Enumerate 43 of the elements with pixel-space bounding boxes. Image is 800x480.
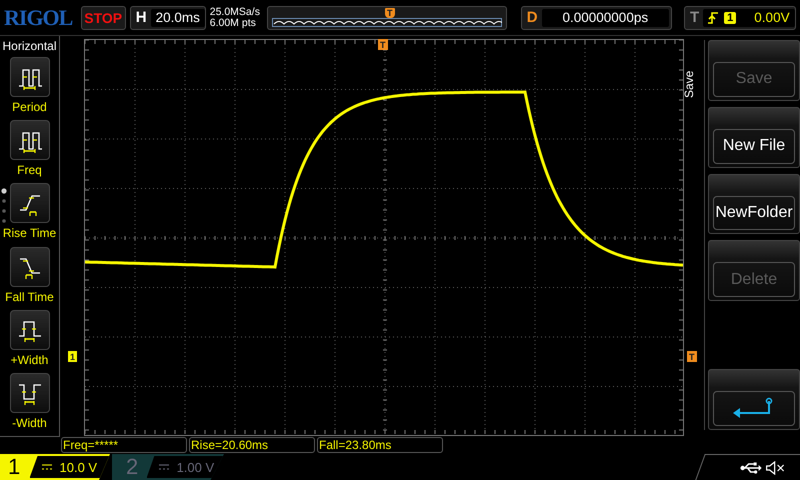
dc-coupling-icon xyxy=(42,464,52,470)
trigger-position-marker: T xyxy=(384,8,395,18)
measure-label: -Width xyxy=(12,416,47,430)
measure-button[interactable] xyxy=(10,246,50,287)
measure-button[interactable] xyxy=(10,120,50,160)
dc-coupling-icon xyxy=(158,464,169,470)
menu-title: Horizontal xyxy=(2,39,57,53)
channel-tab[interactable]: 2 1.00 V xyxy=(112,454,224,480)
brand-logo: RIGOL xyxy=(4,4,74,30)
memory-depth: 6.00M pts xyxy=(210,18,257,28)
trigger-level: 0.00V xyxy=(754,10,790,25)
measurement-readout: Rise=20.60ms xyxy=(189,437,315,453)
sample-rate: 25.0MSa/s xyxy=(210,6,261,18)
measure-label: Fall Time xyxy=(5,290,54,304)
waveform-overview-icon xyxy=(272,18,502,26)
measure-button[interactable] xyxy=(10,183,50,224)
mute-icon xyxy=(766,460,786,474)
back-button[interactable] xyxy=(708,369,800,430)
trigger-level-marker[interactable]: T xyxy=(687,351,696,362)
measure-button[interactable] xyxy=(10,310,50,350)
measurement-readout: Fall=23.80ms xyxy=(317,437,443,453)
measurement-readout: Freq=***** xyxy=(61,437,187,453)
menu-button[interactable]: NewFolder xyxy=(708,174,800,234)
channel-tab[interactable]: 1 10.0 V xyxy=(0,454,110,480)
trigger-source: 1 xyxy=(724,12,736,24)
channel-scale: 1.00 V xyxy=(176,460,214,474)
timebase-display[interactable]: H 20.0ms xyxy=(130,6,206,30)
measure-label: Rise Time xyxy=(2,226,56,240)
run-stop-status[interactable]: STOP xyxy=(80,6,126,30)
measure-button[interactable] xyxy=(10,57,50,97)
measure-label: +Width xyxy=(10,352,48,367)
usb-icon xyxy=(740,462,762,474)
trigger-display[interactable]: T 1 0.00V xyxy=(684,6,796,30)
delay-display[interactable]: D 0.00000000ps xyxy=(520,6,672,30)
trigger-position-marker[interactable]: T xyxy=(378,39,388,50)
menu-button[interactable]: New File xyxy=(708,106,800,168)
measure-label: Period xyxy=(12,100,47,114)
channel-marker[interactable]: 1 xyxy=(68,351,78,362)
measure-label: Freq xyxy=(17,163,42,178)
channel-scale: 10.0 V xyxy=(60,460,98,474)
measure-button[interactable] xyxy=(10,372,50,413)
rising-edge-icon xyxy=(708,10,718,24)
menu-title: Save xyxy=(682,70,696,98)
